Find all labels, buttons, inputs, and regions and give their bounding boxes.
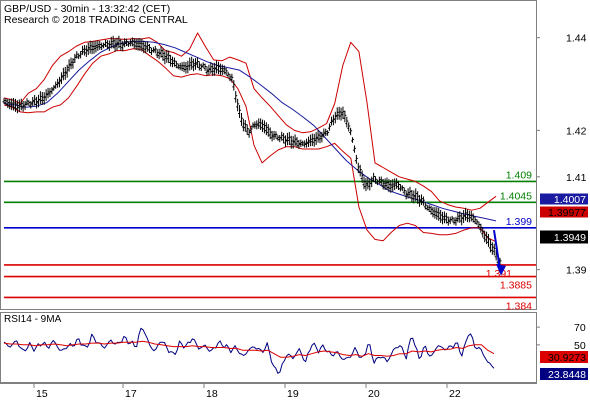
chart-root: 1.409 1.4045 1.399 1.391 1.3885 1.384 1.44 1.4…	[0, 0, 590, 400]
value-badge-label-current-price: 1.3949	[554, 232, 586, 244]
chart-canvas: 1.4091.40451.3991.3911.38851.384 1.441.4…	[0, 0, 588, 400]
x-tick-label: 15	[36, 388, 48, 400]
price-y-tick-label: 1.41	[566, 172, 587, 184]
rsi-line	[3, 327, 495, 374]
rsi-badge-label-rsi-ma: 30.9273	[548, 352, 586, 364]
x-tick-label: 19	[287, 388, 299, 400]
value-badge-label-moving-average: 1.4007	[554, 194, 586, 206]
x-tick-label: 17	[125, 388, 137, 400]
level-label-resistance: 1.4045	[500, 190, 532, 202]
x-tick-label: 20	[368, 388, 380, 400]
level-label-support: 1.384	[506, 300, 532, 312]
rsi-layer	[3, 327, 495, 374]
rsi-title: RSI14 - 9MA	[4, 314, 62, 325]
badges-layer: 1.40071.39977 1.3949 30.9273 23.8448	[540, 193, 588, 381]
rsi-y-tick-label: 70	[574, 322, 586, 334]
bands-layer	[3, 32, 497, 243]
level-label-pivot: 1.399	[506, 216, 532, 228]
x-tick-label: 22	[449, 388, 461, 400]
price-y-tick-label: 1.39	[566, 265, 587, 277]
forecast-arrow-line	[493, 229, 501, 270]
level-label-resistance: 1.409	[506, 169, 532, 181]
rsi-badge-label-rsi: 23.8448	[548, 369, 586, 381]
chart-subtitle: Research © 2018 TRADING CENTRAL	[4, 14, 188, 26]
levels-layer: 1.4091.40451.3991.3911.38851.384	[4, 169, 536, 312]
bollinger-lower-line	[3, 48, 497, 243]
price-panel-frame	[0, 0, 537, 310]
bollinger-upper-line	[3, 32, 497, 211]
value-badge-label-bollinger: 1.39977	[548, 207, 586, 219]
x-tick-label: 18	[206, 388, 218, 400]
level-label-support: 1.3885	[500, 280, 532, 292]
axes-layer: 1.44 1.42 1.41 1.39 15 17 18 19 20 22 70 50	[33, 33, 587, 400]
price-y-tick-label: 1.44	[566, 33, 587, 45]
price-y-tick-label: 1.42	[566, 125, 587, 137]
rsi-y-tick-label: 50	[574, 340, 586, 352]
